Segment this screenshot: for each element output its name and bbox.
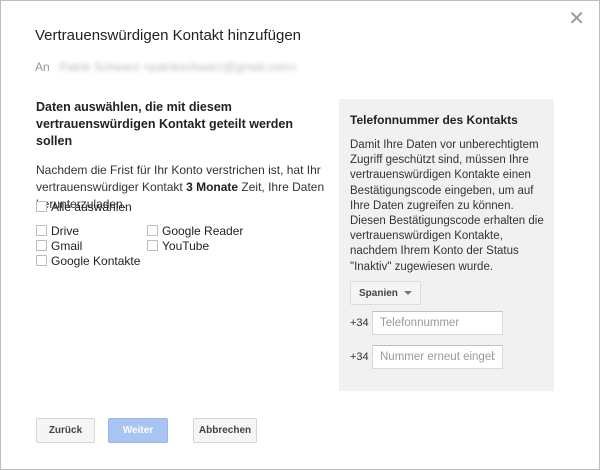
service-label: YouTube [162,238,210,253]
desc-bold: 3 Monate [186,180,239,194]
service-checkbox-google-reader[interactable]: Google Reader [147,223,243,238]
panel-description: Damit Ihre Daten vor unberechtigtem Zugr… [350,139,544,273]
recipient-label: An [35,60,50,74]
dial-code: +34 [350,351,369,363]
checkbox-box[interactable] [147,240,158,251]
back-button[interactable]: Zurück [36,418,95,443]
close-icon[interactable]: ✕ [568,9,585,29]
checkbox-box[interactable] [36,225,47,236]
select-all-checkbox[interactable]: Alle auswählen [36,199,132,214]
checkbox-box[interactable] [36,255,47,266]
recipient-value: Patrik Schwarz <patrikschwarz@gmail.com> [59,60,298,74]
service-checkbox-youtube[interactable]: YouTube [147,238,209,253]
country-value: Spanien [359,287,398,299]
select-all-label: Alle auswählen [51,199,132,214]
trusted-contact-dialog: ✕ Vertrauenswürdigen Kontakt hinzufügen … [0,0,600,470]
service-checkbox-drive[interactable]: Drive [36,223,79,238]
phone-repeat-row: +34 [350,345,503,369]
phone-row: +34 [350,311,503,335]
section-title: Daten auswählen, die mit diesem vertraue… [36,100,293,148]
dial-code: +34 [350,317,369,329]
panel-title: Telefonnummer des Kontakts [350,113,518,127]
checkbox-box[interactable] [36,201,47,212]
recipient-row: An Patrik Schwarz <patrikschwarz@gmail.c… [35,60,297,74]
chevron-down-icon [403,291,412,295]
next-button[interactable]: Weiter [108,418,168,443]
service-label: Google Kontakte [51,253,141,268]
checkbox-box[interactable] [147,225,158,236]
phone-repeat-input[interactable] [372,345,503,369]
service-label: Drive [51,223,80,238]
service-label: Google Reader [162,223,244,238]
phone-panel: Telefonnummer des Kontakts Damit Ihre Da… [339,99,554,391]
checkbox-box[interactable] [36,240,47,251]
dialog-title: Vertrauenswürdigen Kontakt hinzufügen [35,27,302,44]
cancel-button[interactable]: Abbrechen [193,418,257,443]
service-label: Gmail [51,238,83,253]
phone-input[interactable] [372,311,503,335]
service-checkbox-google-contacts[interactable]: Google Kontakte [36,253,140,268]
data-selection-section: Daten auswählen, die mit diesem vertraue… [36,99,326,213]
service-checkbox-gmail[interactable]: Gmail [36,238,82,253]
country-select[interactable]: Spanien [350,281,421,305]
